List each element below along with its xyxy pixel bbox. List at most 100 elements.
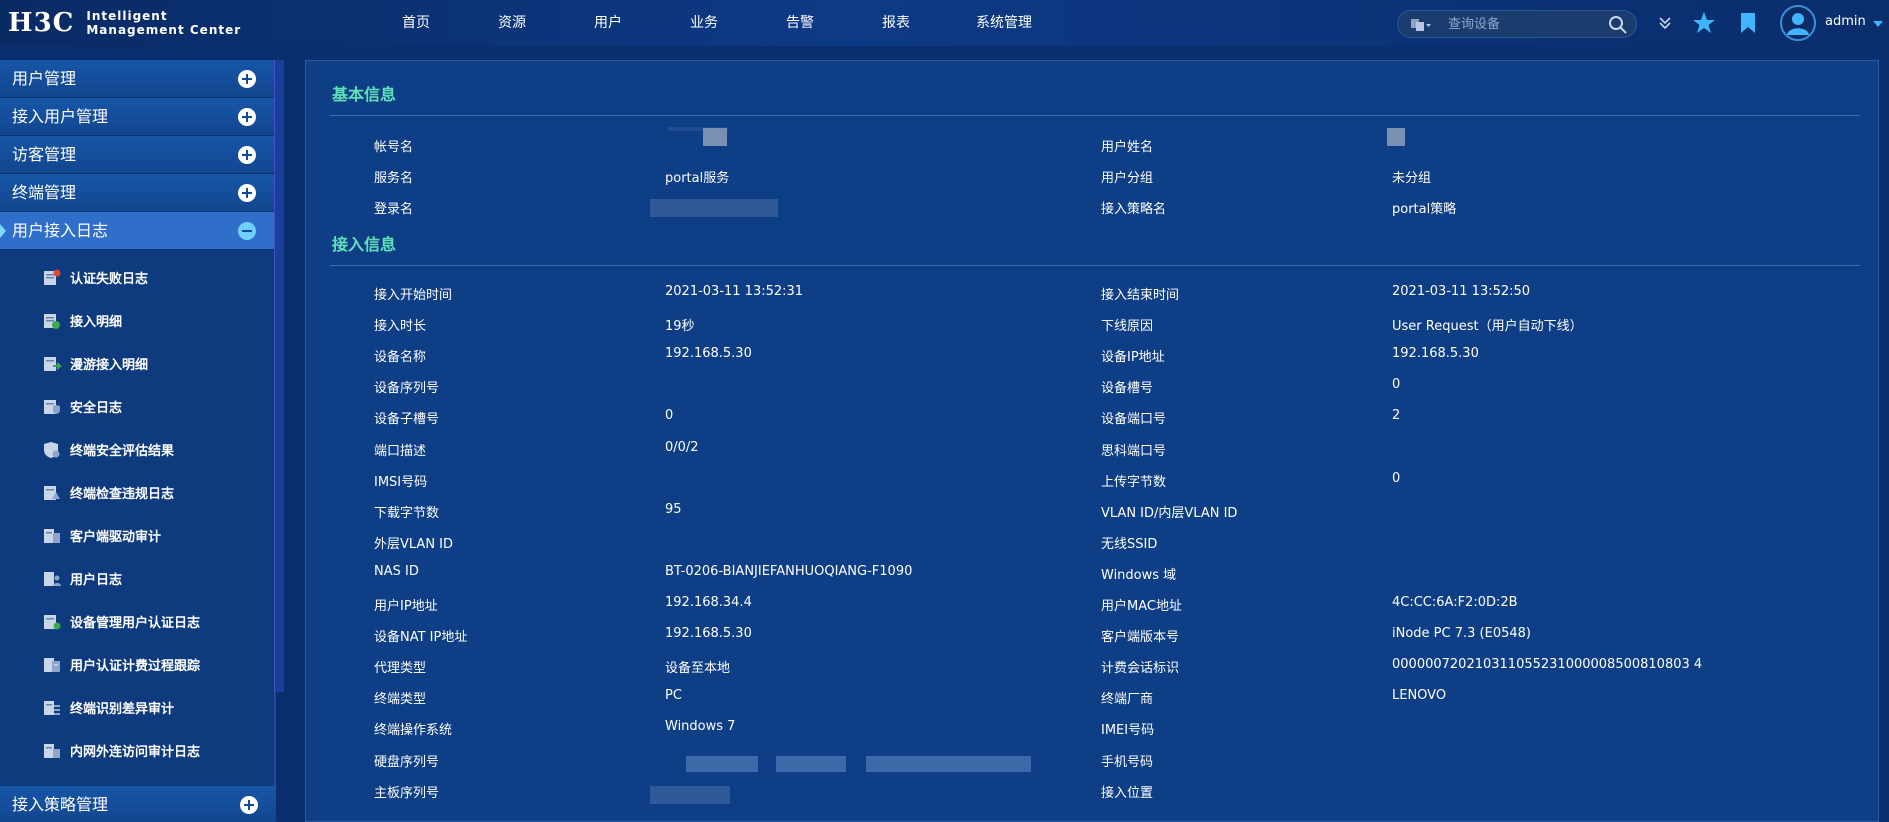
user-icon [1787, 13, 1809, 35]
star-icon[interactable] [1691, 10, 1717, 36]
sidebar-group-guest-mgmt[interactable]: 访客管理 [0, 136, 274, 174]
sidebar-group-user-mgmt[interactable]: 用户管理 [0, 60, 274, 98]
sidebar-scrollbar[interactable] [274, 60, 284, 692]
detail-panel: 基本信息 帐号名 用户姓名 服务名 portal服务 用户分组 未分组 登录名 … [305, 60, 1879, 822]
field-label: 下线原因 [1101, 319, 1154, 334]
redacted-value [703, 128, 727, 146]
log-roaming-icon [44, 356, 62, 371]
field-label: 接入位置 [1101, 786, 1154, 801]
sidebar-item-roaming-detail[interactable]: 漫游接入明细 [0, 342, 274, 385]
field-value: 2021-03-11 13:52:50 [1392, 284, 1531, 299]
field-value: 设备至本地 [665, 661, 731, 676]
field-label: 终端厂商 [1101, 692, 1154, 707]
field-label: 计费会话标识 [1101, 661, 1180, 676]
sidebar-group-label: 接入策略管理 [12, 795, 109, 814]
sidebar-item-driver-audit[interactable]: 客户端驱动审计 [0, 514, 274, 557]
sidebar-item-accounting-trace[interactable]: 用户认证计费过程跟踪 [0, 643, 274, 686]
field-value: portal服务 [665, 171, 730, 186]
redacted-value [1387, 128, 1405, 146]
expand-icon[interactable] [238, 70, 256, 88]
sidebar-item-outbound-audit[interactable]: 内网外连访问审计日志 [0, 729, 274, 772]
sidebar-item-terminal-assess[interactable]: 终端安全评估结果 [0, 428, 274, 471]
field-label: 接入结束时间 [1101, 288, 1180, 303]
redacted-value [776, 756, 846, 772]
log-user-icon [44, 571, 61, 586]
nav-resource[interactable]: 资源 [464, 0, 560, 46]
search-input[interactable] [1448, 14, 1598, 34]
search-icon[interactable] [1608, 15, 1628, 35]
sidebar-item-security-log[interactable]: 安全日志 [0, 385, 274, 428]
sidebar-item-access-detail[interactable]: 接入明细 [0, 299, 274, 342]
sidebar-item-label: 内网外连访问审计日志 [70, 745, 201, 760]
field-label: 外层VLAN ID [374, 537, 454, 552]
log-trace-icon [44, 657, 60, 672]
log-detail-icon [44, 313, 60, 329]
sidebar-item-auth-fail-log[interactable]: 认证失败日志 [0, 256, 274, 299]
redacted-value [650, 786, 730, 804]
field-label: 用户姓名 [1101, 140, 1154, 155]
sidebar-group-access-user-mgmt[interactable]: 接入用户管理 [0, 98, 274, 136]
redacted-value [650, 199, 778, 217]
sidebar-item-label: 终端安全评估结果 [70, 444, 175, 459]
sidebar-item-terminal-diff-audit[interactable]: 终端识别差异审计 [0, 686, 274, 729]
bookmark-icon[interactable] [1735, 10, 1761, 36]
nav-home[interactable]: 首页 [368, 0, 464, 46]
field-value: BT-0206-BIANJIEFANHUOQIANG-F1090 [665, 564, 913, 579]
shield-check-icon [44, 441, 60, 458]
nav-system[interactable]: 系统管理 [944, 0, 1064, 46]
field-label: 接入时长 [374, 319, 427, 334]
field-label: 端口描述 [374, 444, 427, 459]
sidebar-item-label: 漫游接入明细 [70, 358, 149, 373]
redacted-value [866, 756, 1031, 772]
field-label: 设备端口号 [1101, 412, 1167, 427]
collapse-icon[interactable] [238, 222, 256, 240]
sidebar-item-violation-log[interactable]: 终端检查违规日志 [0, 471, 274, 514]
field-label: Windows 域 [1101, 568, 1177, 583]
field-value: PC [665, 688, 682, 703]
field-value: 0/0/2 [665, 440, 699, 455]
expand-icon[interactable] [240, 796, 258, 814]
field-label: 代理类型 [374, 661, 427, 676]
field-label: IMEI号码 [1101, 723, 1155, 738]
double-chevron-down-icon[interactable] [1652, 10, 1678, 36]
sidebar-item-label: 接入明细 [70, 315, 123, 330]
expand-icon[interactable] [238, 108, 256, 126]
nav-alarm[interactable]: 告警 [752, 0, 848, 46]
field-label: IMSI号码 [374, 475, 428, 490]
h3c-logo[interactable]: H3C Intelligent Management Center [8, 8, 241, 38]
log-security-icon [44, 399, 60, 414]
expand-icon[interactable] [238, 184, 256, 202]
chevron-down-icon[interactable] [1873, 20, 1883, 28]
sidebar-group-terminal-mgmt[interactable]: 终端管理 [0, 174, 274, 212]
sidebar-group-label: 访客管理 [12, 145, 77, 164]
expand-icon[interactable] [238, 146, 256, 164]
field-value: 192.168.5.30 [1392, 346, 1479, 361]
logo-text: Intelligent Management Center [86, 9, 241, 37]
nav-user[interactable]: 用户 [560, 0, 656, 46]
log-audit-icon [44, 528, 60, 543]
sidebar-group-label: 用户接入日志 [12, 221, 109, 240]
sidebar-item-device-auth-log[interactable]: 设备管理用户认证日志 [0, 600, 274, 643]
logo-mark: H3C [8, 8, 75, 38]
logo-line1: Intelligent [86, 9, 168, 23]
user-name[interactable]: admin [1825, 14, 1866, 29]
sidebar-item-user-log[interactable]: 用户日志 [0, 557, 274, 600]
sidebar-group-access-policy[interactable]: 接入策略管理 [0, 786, 276, 822]
field-label: NAS ID [374, 564, 419, 579]
nav-report[interactable]: 报表 [848, 0, 944, 46]
sidebar-group-label: 终端管理 [12, 183, 77, 202]
log-error-icon [44, 269, 61, 285]
nav-service[interactable]: 业务 [656, 0, 752, 46]
avatar[interactable] [1780, 5, 1816, 41]
field-value: 192.168.5.30 [665, 626, 752, 641]
field-label: 登录名 [374, 202, 414, 217]
field-label: 主板序列号 [374, 786, 440, 801]
sidebar-bottom: 接入策略管理 [0, 786, 276, 822]
sidebar-group-access-log[interactable]: 用户接入日志 [0, 212, 274, 250]
field-value: 未分组 [1392, 171, 1432, 186]
field-value: 192.168.5.30 [665, 346, 752, 361]
field-value: 19秒 [665, 319, 695, 334]
field-label: 设备子槽号 [374, 412, 440, 427]
field-value: portal策略 [1392, 202, 1457, 217]
device-type-icon[interactable] [1410, 17, 1432, 33]
